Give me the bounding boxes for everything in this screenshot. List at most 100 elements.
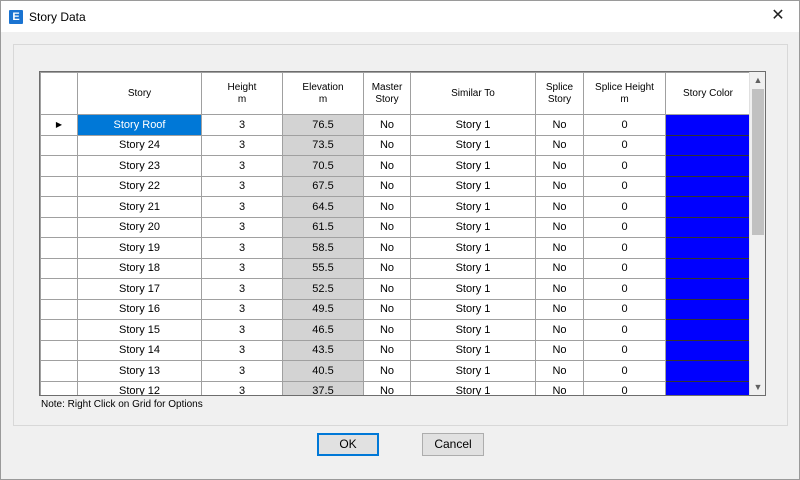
column-header[interactable]: Height m — [201, 72, 283, 115]
table-row[interactable]: Story 16 3 49.5 No Story 1 No 0 — [40, 298, 751, 320]
row-header[interactable] — [40, 175, 78, 197]
row-header[interactable] — [40, 155, 78, 177]
story-name-cell[interactable]: Story 21 — [77, 196, 202, 218]
height-cell[interactable]: 3 — [201, 339, 283, 361]
splice-height-cell[interactable]: 0 — [583, 175, 666, 197]
table-row[interactable]: Story 24 3 73.5 No Story 1 No 0 — [40, 134, 751, 156]
story-name-cell[interactable]: Story 12 — [77, 380, 202, 395]
story-color-swatch[interactable] — [665, 380, 751, 395]
story-name-cell[interactable]: Story 20 — [77, 216, 202, 238]
height-cell[interactable]: 3 — [201, 196, 283, 218]
splice-story-cell[interactable]: No — [535, 257, 584, 279]
splice-height-cell[interactable]: 0 — [583, 380, 666, 395]
close-button[interactable]: ✕ — [757, 1, 799, 32]
table-row[interactable]: Story 21 3 64.5 No Story 1 No 0 — [40, 196, 751, 218]
splice-height-cell[interactable]: 0 — [583, 114, 666, 136]
story-name-cell[interactable]: Story 24 — [77, 134, 202, 156]
height-cell[interactable]: 3 — [201, 175, 283, 197]
splice-height-cell[interactable]: 0 — [583, 237, 666, 259]
master-story-cell[interactable]: No — [363, 319, 411, 341]
column-header[interactable]: Story Color — [665, 72, 751, 115]
table-row[interactable]: Story 12 3 37.5 No Story 1 No 0 — [40, 380, 751, 395]
height-cell[interactable]: 3 — [201, 319, 283, 341]
vertical-scrollbar[interactable]: ▲ ▼ — [749, 72, 765, 395]
similar-to-cell[interactable]: Story 1 — [410, 380, 536, 395]
master-story-cell[interactable]: No — [363, 134, 411, 156]
splice-story-cell[interactable]: No — [535, 134, 584, 156]
master-story-cell[interactable]: No — [363, 175, 411, 197]
story-name-cell[interactable]: Story 22 — [77, 175, 202, 197]
story-name-cell[interactable]: Story 17 — [77, 278, 202, 300]
similar-to-cell[interactable]: Story 1 — [410, 298, 536, 320]
column-header[interactable]: Similar To — [410, 72, 536, 115]
table-row[interactable]: Story 13 3 40.5 No Story 1 No 0 — [40, 360, 751, 382]
row-header[interactable] — [40, 257, 78, 279]
story-name-cell[interactable]: Story 23 — [77, 155, 202, 177]
story-color-swatch[interactable] — [665, 114, 751, 136]
story-color-swatch[interactable] — [665, 216, 751, 238]
row-header[interactable] — [40, 196, 78, 218]
splice-story-cell[interactable]: No — [535, 175, 584, 197]
similar-to-cell[interactable]: Story 1 — [410, 237, 536, 259]
master-story-cell[interactable]: No — [363, 196, 411, 218]
story-name-cell[interactable]: Story 15 — [77, 319, 202, 341]
table-row[interactable]: Story 20 3 61.5 No Story 1 No 0 — [40, 216, 751, 238]
splice-story-cell[interactable]: No — [535, 319, 584, 341]
story-color-swatch[interactable] — [665, 298, 751, 320]
similar-to-cell[interactable]: Story 1 — [410, 257, 536, 279]
story-name-cell[interactable]: Story 14 — [77, 339, 202, 361]
row-header[interactable] — [40, 134, 78, 156]
height-cell[interactable]: 3 — [201, 257, 283, 279]
splice-height-cell[interactable]: 0 — [583, 339, 666, 361]
similar-to-cell[interactable]: Story 1 — [410, 134, 536, 156]
story-color-swatch[interactable] — [665, 175, 751, 197]
splice-story-cell[interactable]: No — [535, 278, 584, 300]
row-selector-arrow-icon[interactable]: ▶ — [40, 114, 78, 136]
scroll-down-arrow-icon[interactable]: ▼ — [750, 379, 765, 395]
splice-height-cell[interactable]: 0 — [583, 360, 666, 382]
master-story-cell[interactable]: No — [363, 278, 411, 300]
height-cell[interactable]: 3 — [201, 380, 283, 395]
row-header[interactable] — [40, 339, 78, 361]
splice-height-cell[interactable]: 0 — [583, 196, 666, 218]
similar-to-cell[interactable]: Story 1 — [410, 196, 536, 218]
story-color-swatch[interactable] — [665, 134, 751, 156]
master-story-cell[interactable]: No — [363, 257, 411, 279]
table-row[interactable]: Story 22 3 67.5 No Story 1 No 0 — [40, 175, 751, 197]
cancel-button[interactable]: Cancel — [422, 433, 484, 456]
story-color-swatch[interactable] — [665, 257, 751, 279]
height-cell[interactable]: 3 — [201, 278, 283, 300]
master-story-cell[interactable]: No — [363, 380, 411, 395]
master-story-cell[interactable]: No — [363, 216, 411, 238]
similar-to-cell[interactable]: Story 1 — [410, 216, 536, 238]
splice-story-cell[interactable]: No — [535, 216, 584, 238]
story-name-cell[interactable]: Story 18 — [77, 257, 202, 279]
splice-story-cell[interactable]: No — [535, 114, 584, 136]
table-row[interactable]: Story 17 3 52.5 No Story 1 No 0 — [40, 278, 751, 300]
row-header[interactable] — [40, 319, 78, 341]
column-header[interactable]: Splice Height m — [583, 72, 666, 115]
story-grid[interactable]: Story Height m Elevation m Master Story Simi… — [39, 71, 766, 396]
master-story-cell[interactable]: No — [363, 339, 411, 361]
master-story-cell[interactable]: No — [363, 114, 411, 136]
splice-height-cell[interactable]: 0 — [583, 278, 666, 300]
story-color-swatch[interactable] — [665, 155, 751, 177]
splice-story-cell[interactable]: No — [535, 196, 584, 218]
row-header[interactable] — [40, 278, 78, 300]
story-name-cell[interactable]: Story 13 — [77, 360, 202, 382]
similar-to-cell[interactable]: Story 1 — [410, 319, 536, 341]
splice-height-cell[interactable]: 0 — [583, 319, 666, 341]
similar-to-cell[interactable]: Story 1 — [410, 175, 536, 197]
table-row[interactable]: Story 19 3 58.5 No Story 1 No 0 — [40, 237, 751, 259]
column-header[interactable]: Story — [77, 72, 202, 115]
story-color-swatch[interactable] — [665, 237, 751, 259]
splice-height-cell[interactable]: 0 — [583, 298, 666, 320]
table-row[interactable]: Story 23 3 70.5 No Story 1 No 0 — [40, 155, 751, 177]
height-cell[interactable]: 3 — [201, 155, 283, 177]
table-row[interactable]: ▶ Story Roof 3 76.5 No Story 1 No 0 — [40, 114, 751, 136]
column-header[interactable]: Master Story — [363, 72, 411, 115]
splice-height-cell[interactable]: 0 — [583, 134, 666, 156]
master-story-cell[interactable]: No — [363, 298, 411, 320]
splice-height-cell[interactable]: 0 — [583, 155, 666, 177]
story-name-cell[interactable]: Story 16 — [77, 298, 202, 320]
